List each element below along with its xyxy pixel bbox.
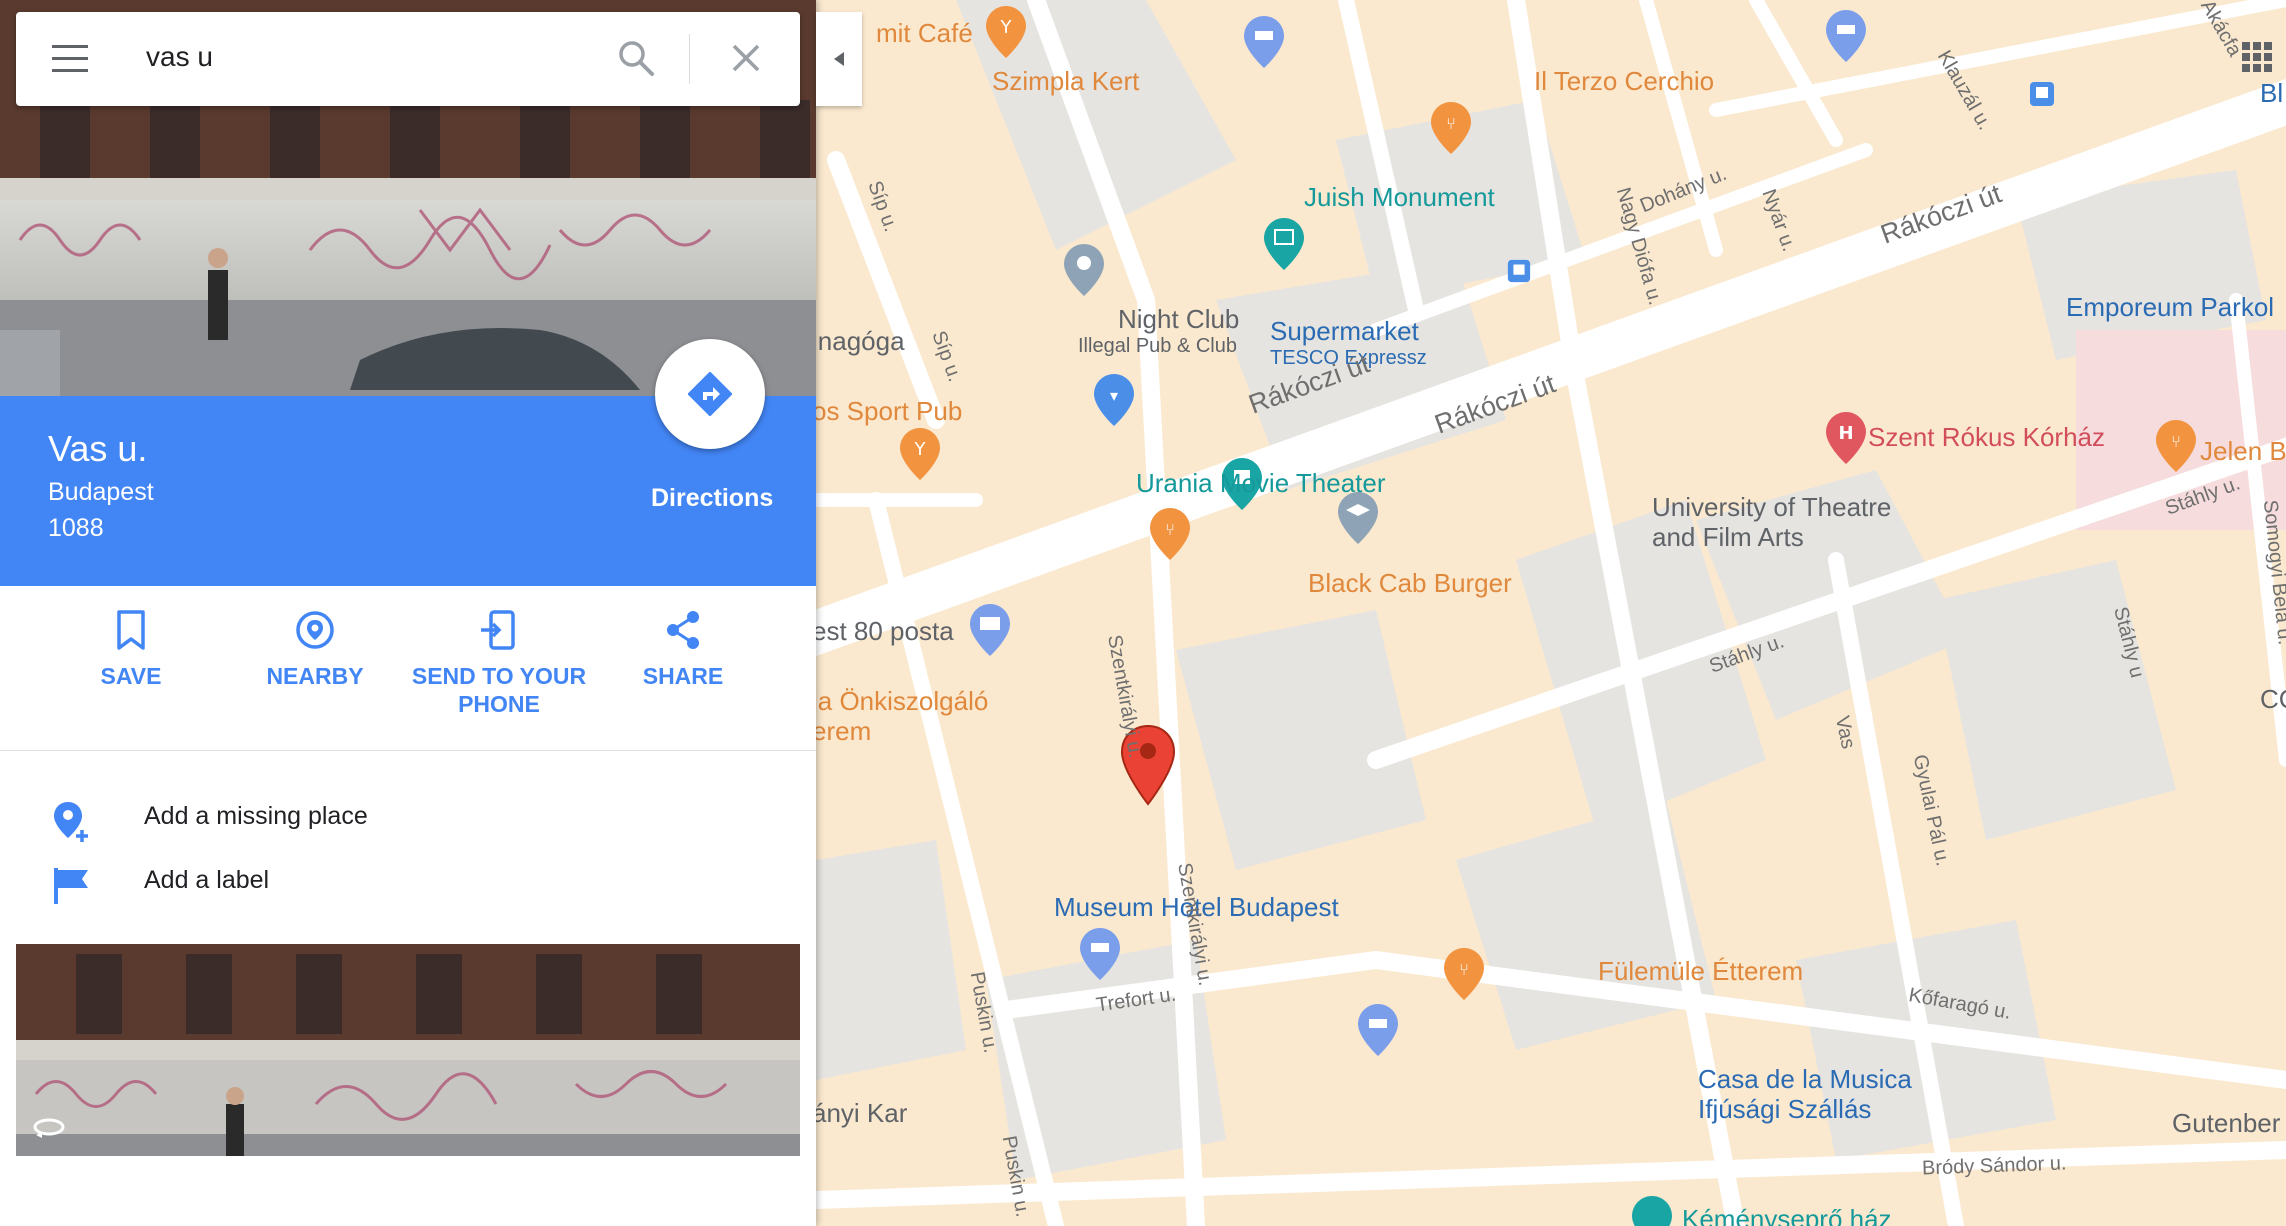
street-view-thumbnail-image xyxy=(16,944,800,1156)
send-to-phone-button[interactable]: SEND TO YOUR PHONE xyxy=(404,608,594,718)
svg-text:H: H xyxy=(1838,423,1853,444)
poi-label[interactable]: inagóga xyxy=(816,327,905,355)
add-missing-place-item[interactable]: Add a missing place xyxy=(0,786,816,846)
search-divider xyxy=(689,34,690,84)
museum-pin-icon[interactable] xyxy=(1632,1196,1672,1226)
directions-button[interactable] xyxy=(655,339,765,449)
poi-label[interactable]: Szent Rókus Kórház xyxy=(1868,423,2105,451)
svg-text:▾: ▾ xyxy=(1110,386,1118,405)
collapse-panel-button[interactable] xyxy=(816,12,862,106)
poi-label[interactable]: Black Cab Burger xyxy=(1308,569,1512,597)
bookmark-icon xyxy=(117,610,145,650)
poi-label[interactable]: est 80 posta xyxy=(816,617,954,645)
poi-label[interactable]: Bl xyxy=(2260,79,2283,107)
street-view-thumbnail[interactable] xyxy=(16,944,800,1156)
nearby-button[interactable]: NEARBY xyxy=(220,608,410,690)
poi-label: erem xyxy=(816,716,872,746)
flag-icon xyxy=(54,868,88,904)
poi-label[interactable]: ányi Kar xyxy=(816,1099,907,1127)
place-panel: Vas u. Budapest 1088 Directions SAVE NEA… xyxy=(0,0,816,1226)
school-pin-icon[interactable] xyxy=(1338,492,1378,544)
map-base xyxy=(816,0,2286,1226)
poi-label[interactable]: Kéményseprő ház xyxy=(1682,1205,1892,1226)
shopping-pin-icon[interactable]: ▾ xyxy=(1094,374,1134,426)
search-box xyxy=(16,12,800,106)
place-postal-code: 1088 xyxy=(48,514,104,542)
add-missing-place-label: Add a missing place xyxy=(144,802,368,830)
place-title: Vas u. xyxy=(48,428,148,469)
restaurant-pin-icon[interactable]: ⑂ xyxy=(1444,948,1484,1000)
museum-pin-icon[interactable] xyxy=(1264,218,1304,270)
action-bar: SAVE NEARBY SEND TO YOUR PHONE SHARE xyxy=(0,586,816,751)
panorama-icon xyxy=(33,1118,65,1138)
place-pin-icon[interactable] xyxy=(1064,244,1104,296)
poi-label[interactable]: Il Terzo Cerchio xyxy=(1534,67,1714,95)
hotel-pin-icon[interactable] xyxy=(1080,928,1120,980)
save-button[interactable]: SAVE xyxy=(36,608,226,690)
share-label: SHARE xyxy=(642,663,724,689)
poi-label[interactable]: os Sport Pub xyxy=(816,397,962,425)
poi-label[interactable]: Supermarket xyxy=(1270,317,1419,345)
svg-text:Y: Y xyxy=(914,439,927,460)
hospital-pin-icon[interactable]: H xyxy=(1826,412,1866,464)
directions-icon xyxy=(688,372,732,416)
hotel-pin-icon[interactable] xyxy=(1826,10,1866,62)
poi-label[interactable]: Urania Movie Theater xyxy=(1136,469,1386,497)
poi-label[interactable]: Fülemüle Étterem xyxy=(1598,957,1803,985)
poi-label[interactable]: mit Café xyxy=(876,19,973,47)
restaurant-pin-icon[interactable]: ⑂ xyxy=(1150,508,1190,560)
send-to-phone-icon xyxy=(481,610,515,650)
send-to-phone-label: SEND TO YOUR PHONE xyxy=(411,663,587,717)
svg-text:⑂: ⑂ xyxy=(1446,114,1456,133)
bar-pin-icon[interactable]: Y xyxy=(900,428,940,480)
add-label-label: Add a label xyxy=(144,866,270,894)
map-canvas[interactable]: Y ⑂ ▾ Y H ⑂ ⑂ ⑂ mit Café Szimpla Kert Il… xyxy=(816,0,2286,1226)
svg-text:⑂: ⑂ xyxy=(2171,432,2181,451)
poi-label: Ifjúsági Szállás xyxy=(1698,1094,1872,1124)
poi-sublabel: Illegal Pub & Club xyxy=(1078,335,1237,357)
menu-icon[interactable] xyxy=(52,45,88,73)
poi-label[interactable]: Night Club xyxy=(1118,305,1239,333)
poi-label: and Film Arts xyxy=(1652,522,1804,552)
save-label: SAVE xyxy=(100,663,162,689)
hotel-pin-icon[interactable] xyxy=(1244,16,1284,68)
poi-label[interactable]: Casa de la Musica xyxy=(1698,1065,1912,1093)
chevron-left-icon xyxy=(834,52,844,66)
poi-label[interactable]: Jelen B xyxy=(2200,437,2286,465)
poi-label[interactable]: Juish Monument xyxy=(1304,183,1495,211)
place-city: Budapest xyxy=(48,478,154,506)
add-place-icon xyxy=(54,802,88,842)
apps-grid-icon[interactable] xyxy=(2240,40,2274,74)
restaurant-pin-icon[interactable]: ⑂ xyxy=(1431,102,1471,154)
poi-label[interactable]: Emporeum Parkol xyxy=(2066,293,2274,321)
bus-stop-icon[interactable] xyxy=(2028,80,2056,108)
poi-label[interactable]: la Önkiszolgáló xyxy=(816,687,988,715)
nearby-icon xyxy=(296,611,334,649)
share-button[interactable]: SHARE xyxy=(588,608,778,690)
poi-label[interactable]: Gutenber xyxy=(2172,1109,2280,1137)
close-icon[interactable] xyxy=(728,40,764,76)
svg-text:Y: Y xyxy=(1000,17,1013,38)
restaurant-pin-icon[interactable]: ⑂ xyxy=(2156,420,2196,472)
bar-pin-icon[interactable]: Y xyxy=(986,6,1026,58)
nearby-label: NEARBY xyxy=(266,663,364,689)
search-icon[interactable] xyxy=(616,38,656,78)
poi-label[interactable]: University of Theatre xyxy=(1652,493,1891,521)
search-input[interactable] xyxy=(144,40,598,74)
poi-label[interactable]: CC xyxy=(2260,685,2286,713)
post-office-pin-icon[interactable] xyxy=(970,604,1010,656)
svg-text:⑂: ⑂ xyxy=(1459,960,1469,979)
svg-text:⑂: ⑂ xyxy=(1165,520,1175,539)
hotel-pin-icon[interactable] xyxy=(1358,1004,1398,1056)
share-icon xyxy=(667,611,699,649)
bus-stop-icon[interactable] xyxy=(1506,258,1532,284)
directions-label[interactable]: Directions xyxy=(651,484,773,513)
add-label-item[interactable]: Add a label xyxy=(0,850,816,910)
poi-label[interactable]: Szimpla Kert xyxy=(992,67,1139,95)
